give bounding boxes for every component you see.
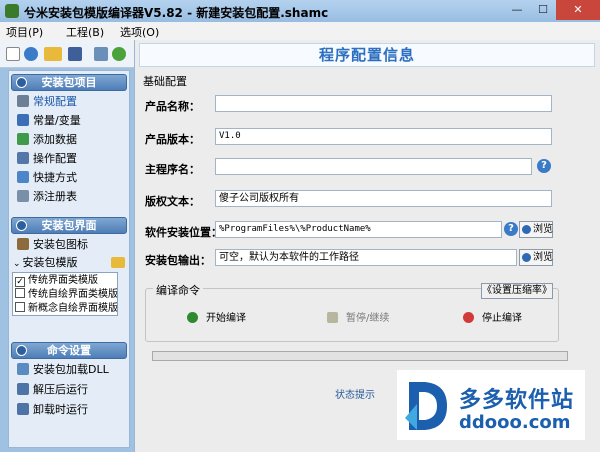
basic-config-group-label: 基础配置: [143, 75, 187, 88]
template-option-new-concept[interactable]: 新概念自绘界面模版: [15, 302, 117, 315]
play-icon: [187, 312, 198, 323]
package-output-browse-button[interactable]: 浏览: [519, 249, 553, 266]
stop-icon: [463, 312, 474, 323]
close-button[interactable]: ✕: [556, 0, 600, 20]
toolbar: [0, 40, 134, 68]
browse-icon: [522, 253, 531, 262]
dll-icon: [17, 363, 29, 375]
install-location-browse-button[interactable]: 浏览: [519, 221, 553, 238]
collapse-icon: [16, 345, 27, 356]
pause-resume-button[interactable]: 暂停/继续: [327, 312, 389, 326]
sidebar-item-constants[interactable]: 常量/变量: [17, 112, 81, 130]
sidebar-item-operations[interactable]: 操作配置: [17, 150, 77, 168]
template-checkbox[interactable]: ✓: [15, 277, 25, 287]
compile-progress-bar: [152, 351, 568, 361]
sidebar-item-shortcuts[interactable]: 快捷方式: [17, 169, 77, 187]
menu-project[interactable]: 项目(P): [6, 24, 43, 40]
product-name-field[interactable]: [215, 95, 552, 112]
pause-icon: [327, 312, 338, 323]
copyright-field[interactable]: 傻子公司版权所有: [215, 190, 552, 207]
site-watermark: 多多软件站 ddooo.com: [397, 370, 585, 440]
uninstall-icon: [17, 403, 29, 415]
watermark-brand: 多多软件站: [459, 388, 575, 413]
copyright-label: 版权文本：: [145, 195, 200, 208]
sidebar: 安装包项目 常规配置 常量/变量 添加数据 操作配置 快捷方式 添注册表 安装包…: [8, 70, 130, 448]
chevron-down-icon: ⌄: [13, 259, 21, 269]
menu-build[interactable]: 工程(B): [66, 24, 104, 40]
menu-options[interactable]: 选项(O): [120, 24, 159, 40]
new-file-icon[interactable]: [6, 47, 20, 61]
maximize-button[interactable]: ☐: [530, 0, 556, 20]
product-version-label: 产品版本：: [145, 133, 200, 146]
add-data-icon: [17, 133, 29, 145]
template-option-classic[interactable]: ✓ 传统界面类模版: [15, 274, 98, 287]
template-option-classic-custom[interactable]: 传统自绘界面类模版: [15, 288, 117, 301]
page-title: 程序配置信息: [139, 43, 595, 67]
section-header-ui[interactable]: 安装包界面: [11, 217, 127, 234]
operation-icon: [17, 152, 29, 164]
compression-settings-button[interactable]: 《设置压缩率》: [481, 283, 553, 299]
app-icon: [5, 4, 19, 18]
product-version-field[interactable]: V1.0: [215, 128, 552, 145]
sidebar-item-registry[interactable]: 添注册表: [17, 188, 77, 206]
menu-bar: 项目(P) 工程(B) 选项(O): [0, 22, 600, 40]
run-icon[interactable]: [112, 47, 126, 61]
globe-icon[interactable]: [24, 47, 38, 61]
install-location-label: 软件安装位置：: [145, 226, 222, 239]
variable-icon: [17, 114, 29, 126]
stop-compile-button[interactable]: 停止编译: [463, 312, 522, 326]
sidebar-item-run-on-uninstall[interactable]: 卸载时运行: [17, 401, 88, 419]
open-folder-icon[interactable]: [44, 47, 62, 61]
build-icon[interactable]: [94, 47, 108, 61]
package-icon: [17, 238, 29, 250]
registry-icon: [17, 190, 29, 202]
package-output-field[interactable]: 可空，默认为本软件的工作路径: [215, 249, 517, 266]
sidebar-item-template[interactable]: ⌄ 安装包模版: [13, 254, 125, 272]
template-list: ✓ 传统界面类模版 传统自绘界面类模版 新概念自绘界面模版: [12, 272, 118, 316]
template-checkbox[interactable]: [15, 288, 25, 298]
minimize-button[interactable]: —: [504, 0, 530, 20]
section-header-commands[interactable]: 命令设置: [11, 342, 127, 359]
install-location-help-icon[interactable]: ?: [504, 222, 518, 236]
compile-group-label: 编译命令: [153, 282, 203, 298]
sidebar-item-load-dll[interactable]: 安装包加载DLL: [17, 361, 109, 379]
settings-icon: [17, 95, 29, 107]
main-program-label: 主程序名：: [145, 163, 200, 176]
run-after-icon: [17, 383, 29, 395]
section-header-project[interactable]: 安装包项目: [11, 74, 127, 91]
sidebar-item-package-icon[interactable]: 安装包图标: [17, 236, 88, 254]
main-program-field[interactable]: [215, 158, 532, 175]
watermark-url: ddooo.com: [459, 412, 571, 433]
collapse-icon: [16, 77, 27, 88]
sidebar-item-run-after-extract[interactable]: 解压后运行: [17, 381, 88, 399]
window-title: 兮米安装包模版编译器V5.82 - 新建安装包配置.shamc: [24, 6, 329, 20]
save-icon[interactable]: [68, 47, 82, 61]
title-bar: 兮米安装包模版编译器V5.82 - 新建安装包配置.shamc — ☐ ✕: [0, 0, 600, 22]
shortcut-icon: [17, 171, 29, 183]
install-location-field[interactable]: %ProgramFiles%\%ProductName%: [215, 221, 502, 238]
sidebar-item-add-data[interactable]: 添加数据: [17, 131, 77, 149]
collapse-icon: [16, 220, 27, 231]
browse-icon: [522, 225, 531, 234]
template-checkbox[interactable]: [15, 302, 25, 312]
package-output-label: 安装包输出：: [145, 254, 211, 267]
sidebar-item-general[interactable]: 常规配置: [17, 93, 77, 111]
ddooo-logo-icon: [405, 382, 447, 430]
start-compile-button[interactable]: 开始编译: [187, 312, 246, 326]
product-name-label: 产品名称：: [145, 100, 200, 113]
status-hint: 状态提示: [335, 390, 375, 401]
main-program-help-icon[interactable]: ?: [537, 159, 551, 173]
folder-icon[interactable]: [111, 257, 125, 268]
